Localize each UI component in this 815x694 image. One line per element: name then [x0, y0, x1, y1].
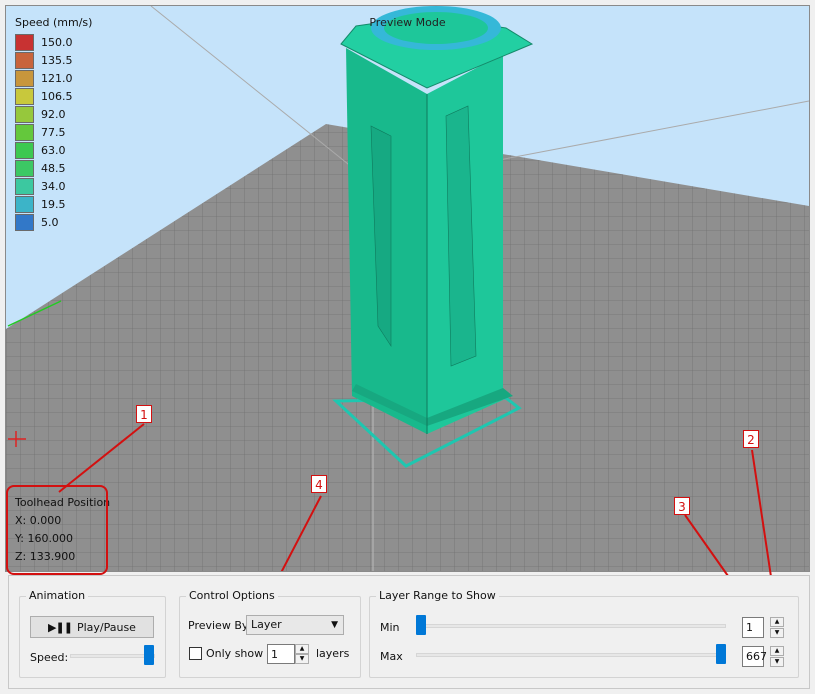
legend-row: 34.0: [15, 177, 92, 195]
legend-swatch: [15, 195, 34, 213]
preview-mode-label: Preview Mode: [369, 16, 446, 29]
legend-value: 48.5: [41, 161, 66, 175]
legend-value: 34.0: [41, 179, 66, 193]
legend-swatch: [15, 33, 34, 51]
min-slider-track[interactable]: [416, 624, 726, 628]
legend-row: 63.0: [15, 141, 92, 159]
preview-by-select[interactable]: Layer ▼: [246, 615, 344, 635]
only-show-label: Only show: [206, 647, 264, 660]
legend-swatch: [15, 177, 34, 195]
legend-title: Speed (mm/s): [15, 16, 93, 29]
legend-swatch: [15, 141, 34, 159]
legend-swatch: [15, 87, 34, 105]
build-plate-scene: [6, 6, 809, 571]
chevron-down-icon: ▼: [331, 620, 338, 630]
min-label: Min: [380, 621, 400, 634]
legend-swatch: [15, 69, 34, 87]
layers-label: layers: [316, 647, 350, 660]
legend-row: 5.0: [15, 213, 92, 231]
preview-by-label: Preview By: [188, 619, 249, 632]
legend-row: 48.5: [15, 159, 92, 177]
legend-swatch: [15, 51, 34, 69]
play-pause-icon: ▶❚❚: [48, 620, 73, 634]
control-options-group: Control Options Preview By Layer ▼ Only …: [179, 589, 361, 678]
legend-row: 121.0: [15, 69, 92, 87]
animation-title: Animation: [26, 589, 89, 602]
spin-up-icon[interactable]: ▲: [770, 617, 784, 627]
legend-value: 92.0: [41, 107, 66, 121]
spin-up-icon[interactable]: ▲: [295, 644, 309, 654]
only-show-layers-input[interactable]: 1: [267, 644, 295, 664]
legend-row: 77.5: [15, 123, 92, 141]
animation-group: Animation ▶❚❚ Play/Pause Speed:: [19, 589, 166, 678]
legend-row: 92.0: [15, 105, 92, 123]
legend-value: 19.5: [41, 197, 66, 211]
speed-label: Speed:: [30, 651, 69, 664]
speed-legend: Speed (mm/s) 150.0 135.5 121.0 106.5 92.0 77.…: [15, 16, 92, 231]
max-spin-buttons: ▲ ▼: [770, 646, 784, 667]
preview-by-value: Layer: [251, 618, 282, 631]
legend-value: 106.5: [41, 89, 73, 103]
legend-value: 150.0: [41, 35, 73, 49]
legend-row: 19.5: [15, 195, 92, 213]
legend-swatch: [15, 105, 34, 123]
legend-value: 77.5: [41, 125, 66, 139]
legend-swatch: [15, 159, 34, 177]
legend-value: 63.0: [41, 143, 66, 157]
min-layer-input[interactable]: 1: [742, 617, 764, 638]
layer-range-group: Layer Range to Show Min 1 ▲ ▼ Max 667 ▲ …: [369, 589, 799, 678]
spin-down-icon[interactable]: ▼: [770, 657, 784, 667]
legend-swatch: [15, 213, 34, 231]
speed-slider-track[interactable]: [70, 654, 155, 658]
control-panel: Animation ▶❚❚ Play/Pause Speed: Control …: [8, 575, 810, 689]
spin-down-icon[interactable]: ▼: [295, 654, 309, 664]
annotation-marker-2: 2: [743, 430, 759, 448]
play-pause-button[interactable]: ▶❚❚ Play/Pause: [30, 616, 154, 638]
legend-row: 135.5: [15, 51, 92, 69]
max-label: Max: [380, 650, 403, 663]
legend-value: 135.5: [41, 53, 73, 67]
spin-down-icon[interactable]: ▼: [770, 628, 784, 638]
min-slider-thumb[interactable]: [416, 615, 426, 635]
legend-row: 106.5: [15, 87, 92, 105]
only-show-checkbox[interactable]: [189, 647, 202, 660]
min-spin-buttons: ▲ ▼: [770, 617, 784, 638]
preview-viewport[interactable]: Preview Mode Speed (mm/s) 150.0 135.5 121.…: [5, 5, 810, 572]
annotation-marker-4: 4: [311, 475, 327, 493]
spin-up-icon[interactable]: ▲: [770, 646, 784, 656]
legend-value: 121.0: [41, 71, 73, 85]
play-pause-label: Play/Pause: [76, 620, 136, 634]
legend-value: 5.0: [41, 215, 59, 229]
max-slider-track[interactable]: [416, 653, 726, 657]
annotation-box-toolhead: [6, 485, 108, 575]
max-slider-thumb[interactable]: [716, 644, 726, 664]
control-options-title: Control Options: [186, 589, 278, 602]
legend-swatch: [15, 123, 34, 141]
annotation-marker-3: 3: [674, 497, 690, 515]
only-show-spin-buttons: ▲ ▼: [295, 644, 309, 664]
annotation-marker-1: 1: [136, 405, 152, 423]
max-layer-input[interactable]: 667: [742, 646, 767, 667]
layer-range-title: Layer Range to Show: [376, 589, 499, 602]
speed-slider-thumb[interactable]: [144, 645, 154, 665]
legend-row: 150.0: [15, 33, 92, 51]
